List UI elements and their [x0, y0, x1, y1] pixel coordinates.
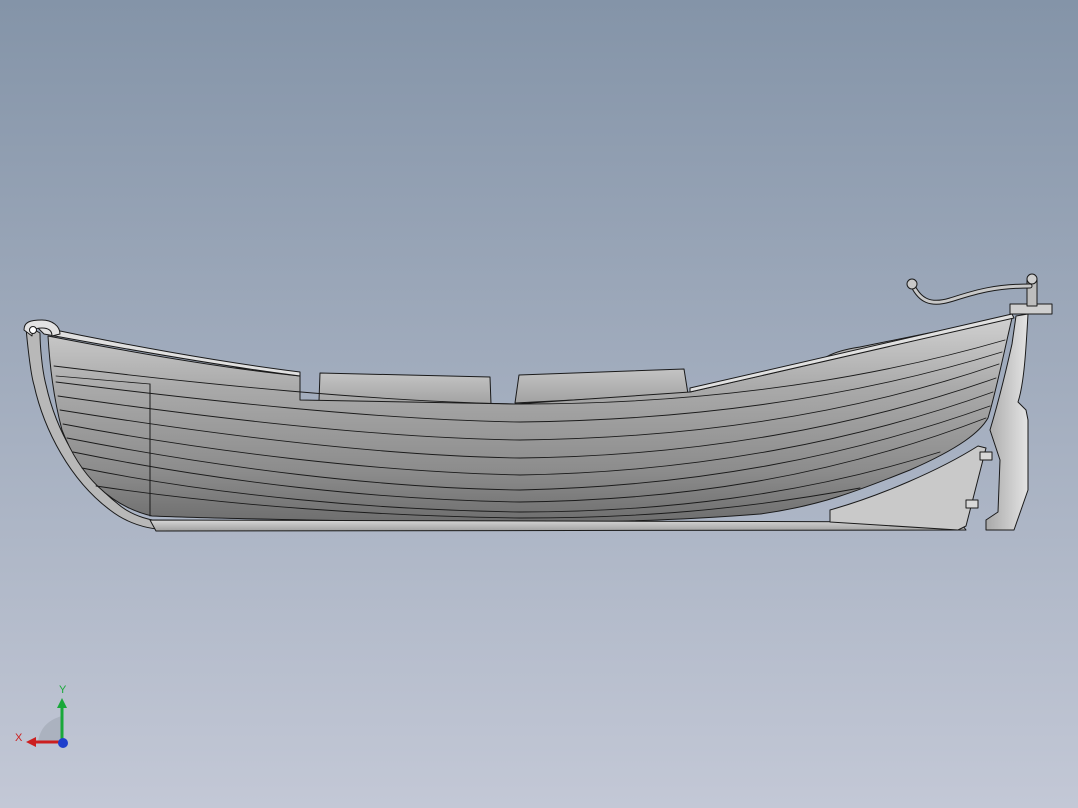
graphics-viewport[interactable]: Y X [0, 0, 1078, 808]
bow-fitting-upper [979, 451, 993, 461]
stern-ring-pin [29, 326, 37, 334]
reference-triad: Y X [10, 684, 80, 754]
y-axis-label: Y [59, 684, 67, 696]
x-axis-label: X [15, 732, 23, 744]
tiller-knob[interactable] [906, 278, 918, 290]
bow-fitting-lower [965, 499, 979, 509]
mooring-post-cap [1026, 273, 1038, 285]
model-canvas[interactable] [0, 0, 1078, 808]
